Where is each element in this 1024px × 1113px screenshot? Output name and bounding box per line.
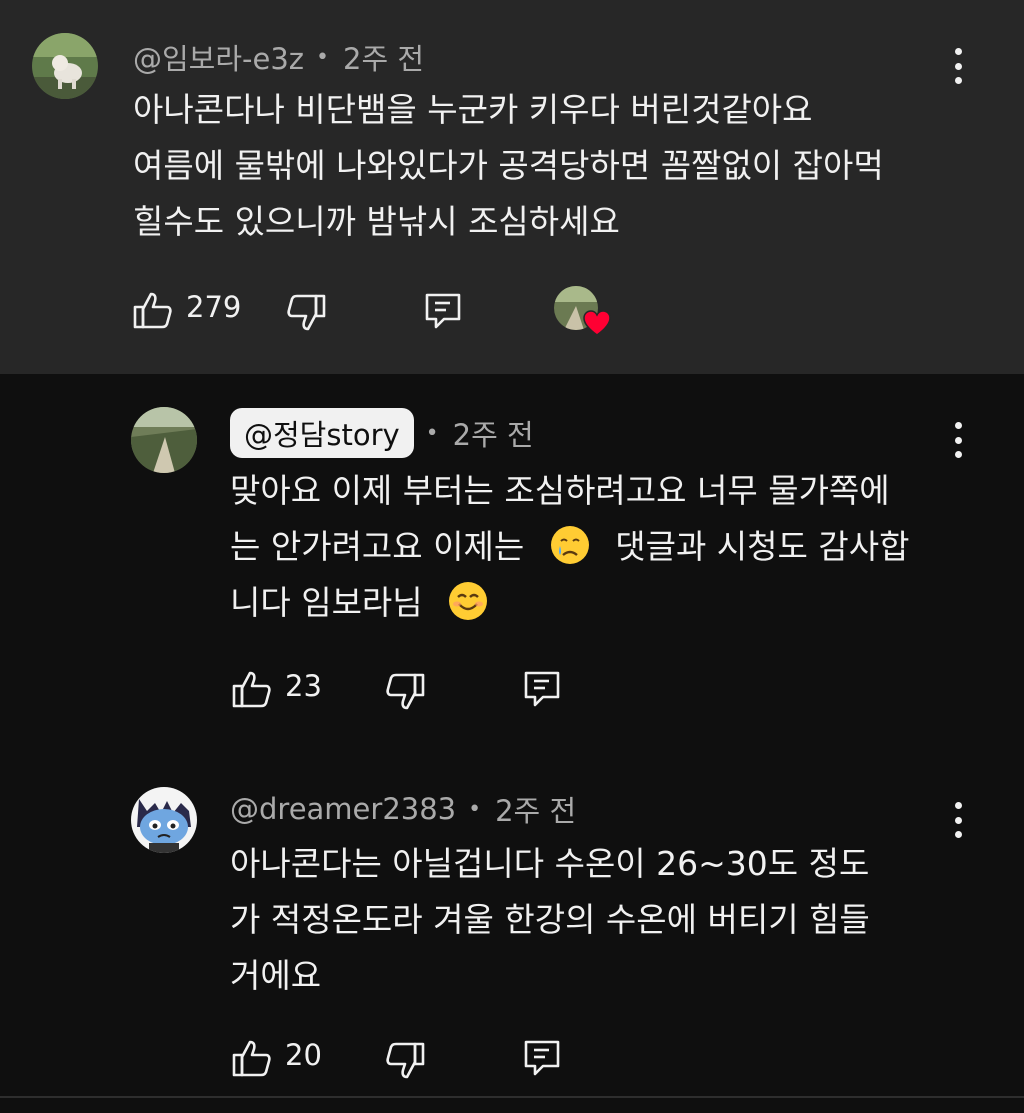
thumbs-up-icon[interactable] [231,1037,273,1079]
timestamp[interactable]: 2주 전 [343,36,424,78]
comment-text: 아나콘다는 아닐겁니다 수온이 26~30도 정도 가 적정온도라 겨울 한강의… [230,844,870,995]
more-vert-icon[interactable] [948,418,968,462]
reply-icon[interactable] [422,290,464,332]
avatar[interactable] [32,33,98,99]
like-count: 23 [285,669,322,703]
parent-comment: @임보라-e3z • 2주 전 아나콘다나 비단뱀을 누군카 키우다 버린것같아… [0,0,1024,374]
thumbs-up-icon[interactable] [231,668,273,710]
smiling-face-emoji [449,582,488,620]
avatar[interactable] [131,787,197,853]
author-handle[interactable]: @정담story [230,408,414,458]
thumbs-up-icon[interactable] [132,289,174,331]
thumbs-down-icon[interactable] [285,292,327,334]
like-count: 20 [285,1038,322,1072]
author-handle[interactable]: @dreamer2383 [230,792,456,826]
crying-face-emoji [550,526,589,564]
comment-meta: @정담story • 2주 전 [230,408,534,458]
heart-icon [583,310,611,336]
comment-text: 맞아요 이제 부터는 조심하려고요 너무 물가쪽에 는 안가려고요 이제는 댓글… [230,471,910,622]
thumbs-down-icon[interactable] [384,671,426,713]
like-count: 279 [186,290,242,324]
timestamp[interactable]: 2주 전 [453,412,534,454]
avatar[interactable] [131,407,197,473]
comment-text: 아나콘다나 비단뱀을 누군카 키우다 버린것같아요 여름에 물밖에 나와있다가 … [133,90,884,241]
comment-meta: @임보라-e3z • 2주 전 [133,36,424,78]
more-vert-icon[interactable] [948,44,968,88]
divider [0,1096,1024,1098]
comment-meta: @dreamer2383 • 2주 전 [230,788,576,830]
more-vert-icon[interactable] [948,798,968,842]
reply-icon[interactable] [521,668,563,710]
timestamp[interactable]: 2주 전 [495,788,576,830]
thumbs-down-icon[interactable] [384,1040,426,1082]
reply-icon[interactable] [521,1037,563,1079]
author-handle[interactable]: @임보라-e3z [133,36,304,78]
